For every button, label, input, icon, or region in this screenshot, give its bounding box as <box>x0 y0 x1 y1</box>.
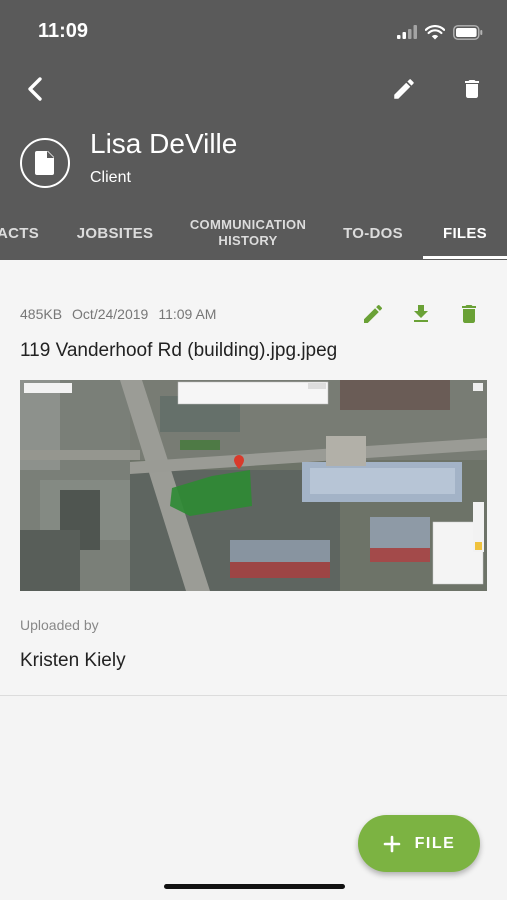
status-time: 11:09 <box>38 20 89 42</box>
chevron-left-icon <box>28 77 42 101</box>
contact-summary: Lisa DeVille Client <box>0 122 507 206</box>
tab-label-line2: HISTORY <box>218 233 278 248</box>
file-date: Oct/24/2019 <box>72 306 149 322</box>
file-meta: 485KB Oct/24/2019 11:09 AM <box>20 306 216 322</box>
uploaded-by-name: Kristen Kiely <box>20 650 126 671</box>
wifi-icon <box>425 24 445 39</box>
pencil-icon <box>394 79 414 99</box>
file-time: 11:09 AM <box>158 306 217 322</box>
app-header: 11:09 Lisa DeVille Client ACTS JOBSITES … <box>0 0 507 260</box>
tab-label-line1: COMMUNICATION <box>189 217 307 232</box>
file-size: 485KB <box>20 306 63 322</box>
tab-contacts[interactable]: ACTS <box>0 206 40 260</box>
status-bar: 11:09 <box>0 0 507 62</box>
tab-bar: ACTS JOBSITES COMMUNICATION HISTORY TO-D… <box>0 206 507 260</box>
avatar <box>20 138 70 188</box>
add-file-button[interactable]: FILE <box>358 815 480 872</box>
edit-button[interactable] <box>382 67 426 111</box>
uploaded-by-label: Uploaded by <box>20 617 99 633</box>
download-file-button[interactable] <box>405 298 437 330</box>
aerial-map-image <box>20 380 487 591</box>
tab-files[interactable]: FILES <box>423 206 507 260</box>
file-name: 119 Vanderhoof Rd (building).jpg.jpeg <box>20 340 338 361</box>
file-card: 485KB Oct/24/2019 11:09 AM 119 Vanderhoo… <box>0 260 507 696</box>
tab-communication-history-label: COMMUNICATION HISTORY <box>190 217 306 249</box>
back-button[interactable] <box>14 67 58 111</box>
active-tab-indicator <box>423 256 507 259</box>
document-icon <box>35 151 54 175</box>
battery-icon <box>453 24 483 40</box>
file-actions <box>357 298 485 330</box>
tab-communication-history[interactable]: COMMUNICATION HISTORY <box>184 206 312 260</box>
trash-icon <box>465 80 479 98</box>
edit-file-button[interactable] <box>357 298 389 330</box>
toolbar <box>0 62 507 118</box>
add-file-label: FILE <box>414 834 456 852</box>
contact-name: Lisa DeVille <box>90 128 238 159</box>
delete-button[interactable] <box>450 67 494 111</box>
contact-role: Client <box>90 169 131 186</box>
tab-todos[interactable]: TO-DOS <box>330 206 416 260</box>
pencil-icon <box>364 304 383 323</box>
delete-file-button[interactable] <box>453 298 485 330</box>
home-indicator <box>164 884 345 889</box>
download-icon <box>414 305 428 322</box>
plus-icon <box>383 835 400 852</box>
trash-icon <box>462 305 476 323</box>
signal-icon <box>397 25 417 39</box>
tab-jobsites[interactable]: JOBSITES <box>62 206 168 260</box>
file-thumbnail[interactable] <box>20 380 487 591</box>
status-icons <box>397 22 483 42</box>
